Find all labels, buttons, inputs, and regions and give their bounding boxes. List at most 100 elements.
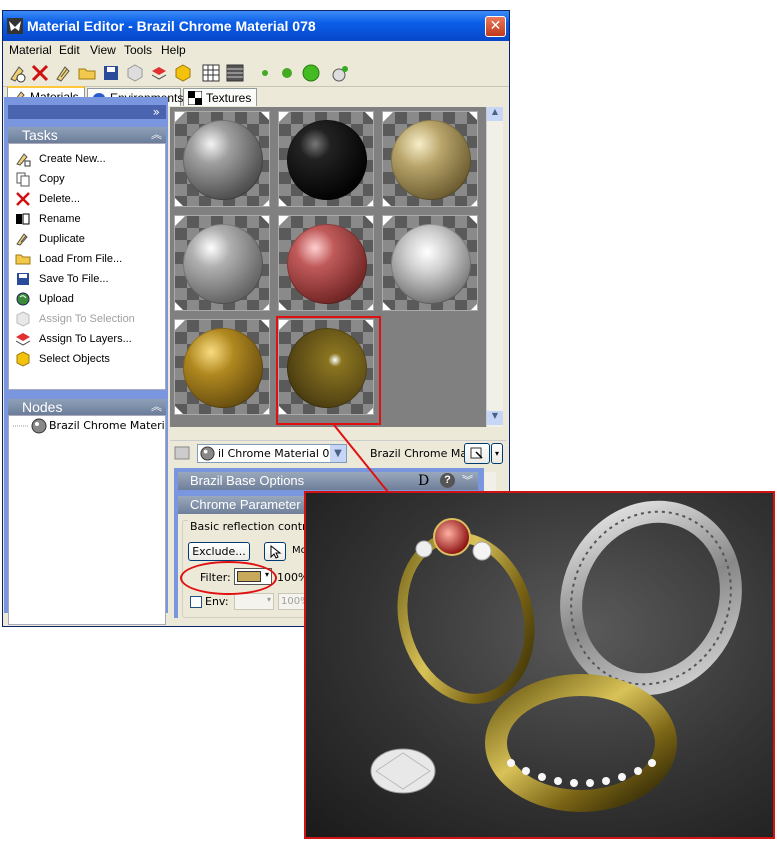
nodes-collapse-chevron-icon[interactable]: ︽ [151, 399, 162, 415]
task-assign-to-layers[interactable]: Assign To Layers... [15, 330, 132, 348]
corner-marker-icon [175, 198, 183, 206]
chrome-parameter-title: Chrome Parameter [190, 497, 301, 512]
loose-diamond [370, 748, 436, 794]
assign-layers-icon[interactable] [149, 63, 169, 83]
nodes-header[interactable]: Nodes ︽ [8, 399, 166, 415]
material-options-button[interactable] [464, 443, 490, 464]
material-selector[interactable]: il Chrome Material 078 ▼ [197, 444, 347, 463]
task-delete[interactable]: Delete... [15, 190, 80, 208]
env-dropdown-icon[interactable]: ▾ [267, 595, 271, 604]
material-thumbnail[interactable] [382, 111, 478, 207]
corner-marker-icon [279, 216, 289, 226]
rings-render [370, 500, 742, 812]
list-view-icon[interactable] [225, 63, 245, 83]
delete-x-icon [16, 192, 30, 206]
env-selector[interactable]: ▾ [234, 593, 274, 610]
corner-marker-icon [279, 112, 289, 122]
corner-marker-icon [383, 198, 391, 206]
save-icon[interactable] [101, 63, 121, 83]
create-material-icon[interactable] [7, 63, 27, 83]
corner-marker-icon [471, 200, 477, 206]
task-duplicate[interactable]: Duplicate [15, 230, 85, 248]
tab-textures-label: Textures [206, 91, 252, 105]
task-select-objects[interactable]: Select Objects [15, 350, 110, 368]
material-name-label: Brazil Chrome Ma... [370, 447, 478, 460]
exclude-button[interactable]: Exclude... [188, 542, 250, 561]
medium-preview-icon[interactable] [277, 63, 297, 83]
large-preview-icon[interactable] [301, 63, 321, 83]
duplicate-icon[interactable] [53, 63, 73, 83]
corner-marker-icon [365, 112, 373, 120]
render-preview-icon[interactable] [331, 63, 351, 83]
corner-marker-icon [367, 304, 373, 310]
assign-selection-icon[interactable] [125, 63, 145, 83]
task-label: Upload [39, 293, 74, 305]
upload-globe-icon [16, 292, 30, 306]
task-load-from-file[interactable]: Load From File... [15, 250, 122, 268]
small-preview-icon[interactable] [255, 63, 275, 83]
help-icon[interactable]: ? [440, 473, 455, 488]
create-new-icon [16, 153, 31, 167]
task-label: Delete... [39, 193, 80, 205]
task-save-to-file[interactable]: Save To File... [15, 270, 109, 288]
duplicate-task-icon [16, 233, 28, 246]
gold-gem-ring [397, 532, 535, 704]
tasks-header[interactable]: Tasks ︽ [8, 127, 166, 143]
material-thumbnail[interactable] [382, 215, 478, 311]
task-upload[interactable]: Upload [15, 290, 74, 308]
expand-pane-button[interactable]: » [8, 105, 166, 119]
task-assign-to-selection[interactable]: Assign To Selection [15, 310, 135, 328]
material-sphere [183, 120, 263, 200]
menu-view[interactable]: View [90, 43, 116, 57]
sphere-node-icon [31, 418, 47, 434]
thumbnail-icon[interactable] [174, 446, 190, 460]
copy-icon [16, 172, 30, 187]
scroll-down-icon[interactable]: ▼ [487, 411, 503, 425]
delete-icon[interactable] [30, 63, 50, 83]
menu-tools[interactable]: Tools [124, 43, 152, 57]
task-create-new[interactable]: Create New... [15, 150, 106, 168]
material-sphere [391, 224, 471, 304]
material-thumbnail[interactable] [278, 111, 374, 207]
select-objects-icon[interactable] [173, 63, 193, 83]
env-checkbox[interactable] [190, 596, 202, 608]
material-thumbnail[interactable] [278, 215, 374, 311]
menu-help[interactable]: Help [161, 43, 186, 57]
material-sphere [287, 120, 367, 200]
select-cube-icon [16, 351, 30, 367]
grid-scrollbar[interactable]: ▲ ▼ [486, 107, 503, 427]
title-bar[interactable]: Material Editor - Brazil Chrome Material… [3, 11, 509, 41]
task-rename[interactable]: Rename [15, 210, 81, 228]
menu-bar: Material Edit View Tools Help [3, 41, 509, 60]
d-label[interactable]: D [418, 472, 429, 490]
pick-object-button[interactable] [264, 542, 286, 561]
chevron-down-icon[interactable]: ▼ [330, 445, 346, 462]
corner-marker-icon [175, 406, 183, 414]
nodes-tree: Brazil Chrome Material 0 [8, 415, 166, 625]
material-options-dropdown[interactable]: ▾ [491, 443, 503, 464]
corner-marker-icon [175, 216, 185, 226]
corner-marker-icon [279, 198, 287, 206]
layers-icon [15, 333, 31, 346]
corner-marker-icon [469, 216, 477, 224]
tab-textures[interactable]: Textures [183, 88, 257, 106]
brazil-base-options-header[interactable]: Brazil Base Options D ? ︾ [178, 472, 478, 490]
task-label: Create New... [39, 153, 106, 165]
material-thumbnail[interactable] [174, 111, 270, 207]
corner-marker-icon [279, 302, 287, 310]
material-thumbnail[interactable] [174, 319, 270, 415]
collapse-chevron-icon[interactable]: ︽ [151, 127, 162, 143]
menu-edit[interactable]: Edit [59, 43, 80, 57]
close-button[interactable]: ✕ [485, 16, 506, 37]
expand-chevron-icon[interactable]: ︾ [462, 472, 473, 490]
menu-material[interactable]: Material [9, 43, 52, 57]
open-folder-icon[interactable] [77, 63, 97, 83]
corner-marker-icon [175, 302, 183, 310]
material-toolbar: il Chrome Material 078 ▼ Brazil Chrome M… [170, 440, 506, 467]
material-sphere-icon [200, 446, 215, 461]
node-item[interactable]: Brazil Chrome Material 0 [13, 418, 165, 434]
material-thumbnail[interactable] [174, 215, 270, 311]
task-copy[interactable]: Copy [15, 170, 65, 188]
scroll-up-icon[interactable]: ▲ [487, 107, 503, 121]
grid-view-icon[interactable] [201, 63, 221, 83]
